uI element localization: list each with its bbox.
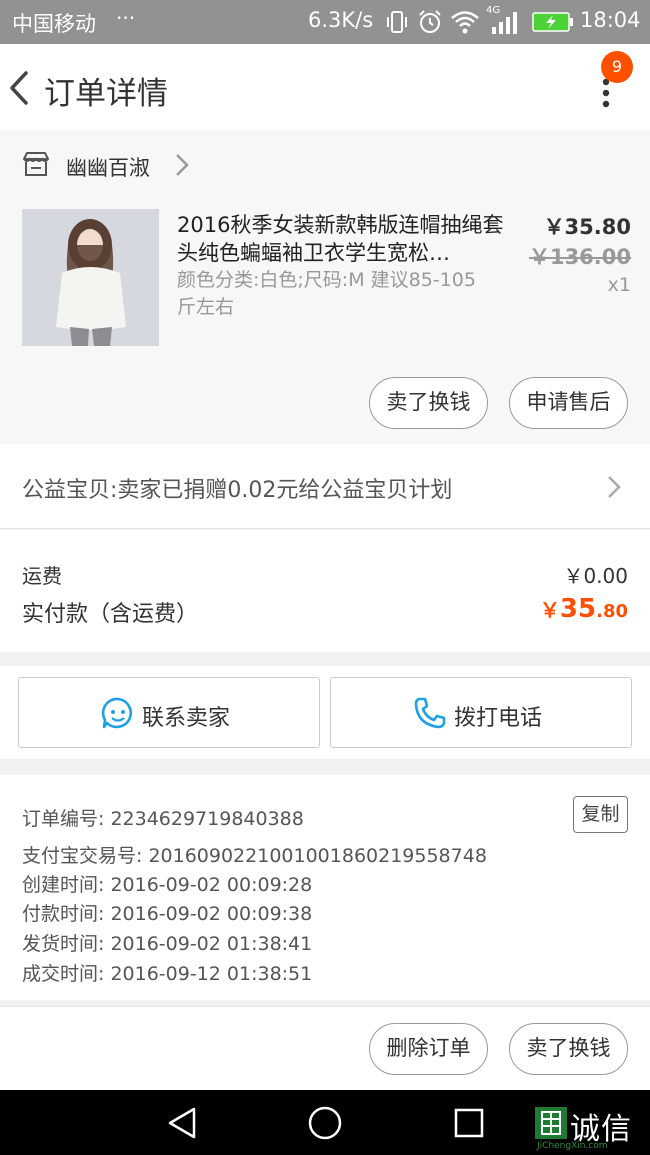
carrier-name: 中国移动 [12,12,96,36]
nav-recent-apps-icon[interactable] [454,1108,484,1138]
paid-decimal: .80 [596,601,628,622]
chat-smile-icon [101,697,133,729]
shop-icon [23,152,49,176]
original-price: ￥136.00 [528,245,631,269]
alipay-trade-number: 支付宝交易号: 2016090221001001860219558748 [22,845,487,867]
after-sale-button[interactable]: 申请售后 [509,377,628,429]
paid-currency: ￥ [539,598,560,622]
copy-button[interactable]: 复制 [573,796,628,833]
bottom-action-bar: 删除订单 卖了换钱 [0,1006,650,1090]
charity-text: 公益宝贝:卖家已捐赠0.02元给公益宝贝计划 [22,478,453,503]
contact-seller-label: 联系卖家 [142,706,231,731]
status-bar: 中国移动 ··· 6.3K/s 4G 18:04 [0,0,650,44]
product-price: ￥35.80 [543,215,631,239]
delete-order-button[interactable]: 删除订单 [369,1023,488,1075]
sell-for-cash-button[interactable]: 卖了换钱 [369,377,488,429]
paid-amount: ￥35.80 [540,594,628,624]
shipped-time: 发货时间: 2016-09-02 01:38:41 [22,933,313,955]
system-navigation-bar: 诚信 JiChengXin.com [0,1090,650,1155]
back-arrow-icon[interactable] [6,70,34,106]
paid-amount-label: 实付款（含运费） [22,602,199,627]
charity-row[interactable]: 公益宝贝:卖家已捐赠0.02元给公益宝贝计划 [0,444,650,529]
watermark-logo-icon [535,1107,567,1139]
fee-summary: 运费 ￥0.00 实付款（含运费） ￥35.80 [0,530,650,652]
signal-icon [492,12,517,34]
more-menu-icon[interactable] [598,78,614,108]
more-notifications-icon: ··· [116,6,136,30]
product-spec: 颜色分类:白色;尺码:M 建议85-105斤左右 [177,269,476,318]
product-quantity: x1 [607,274,631,296]
call-phone-button[interactable]: 拨打电话 [330,677,632,748]
chevron-right-icon [608,476,621,498]
clock: 18:04 [580,8,641,32]
alarm-icon [419,10,441,33]
wifi-icon [451,11,479,34]
call-phone-label: 拨打电话 [454,706,543,731]
shop-name[interactable]: 幽幽百淑 [66,152,150,182]
product-title[interactable]: 2016秋季女装新款韩版连帽抽绳套头纯色蝙蝠袖卫衣学生宽松… [177,211,507,267]
shop-row[interactable]: 幽幽百淑 [0,130,650,200]
message-count-badge: 9 [601,51,633,83]
contact-seller-button[interactable]: 联系卖家 [18,677,320,748]
order-info: 订单编号: 2234629719840388 复制 支付宝交易号: 201609… [0,775,650,1000]
product-photo-icon [22,209,159,346]
network-speed: 6.3K/s [308,8,374,32]
product-thumbnail[interactable] [22,209,159,346]
nav-back-icon[interactable] [166,1106,198,1140]
shipping-value: ￥0.00 [563,564,628,588]
paid-integer: 35 [559,594,597,624]
battery-icon [532,12,573,32]
nav-home-icon[interactable] [308,1106,342,1140]
page-title: 订单详情 [44,76,168,112]
vibrate-icon [387,11,407,33]
title-bar: 订单详情 9 [0,44,650,130]
product-item[interactable]: 2016秋季女装新款韩版连帽抽绳套头纯色蝙蝠袖卫衣学生宽松… 颜色分类:白色;尺… [0,200,650,444]
completed-time: 成交时间: 2016-09-12 01:38:51 [22,963,313,985]
order-number: 订单编号: 2234629719840388 [22,808,304,830]
paid-time: 付款时间: 2016-09-02 00:09:38 [22,903,313,925]
shipping-label: 运费 [22,564,62,588]
phone-icon [414,697,446,729]
sell-for-cash-button[interactable]: 卖了换钱 [509,1023,628,1075]
contact-bar: 联系卖家 拨打电话 [0,666,650,759]
created-time: 创建时间: 2016-09-02 00:09:28 [22,874,313,896]
chevron-right-icon [176,154,189,176]
watermark-url: JiChengXin.com [537,1141,608,1151]
